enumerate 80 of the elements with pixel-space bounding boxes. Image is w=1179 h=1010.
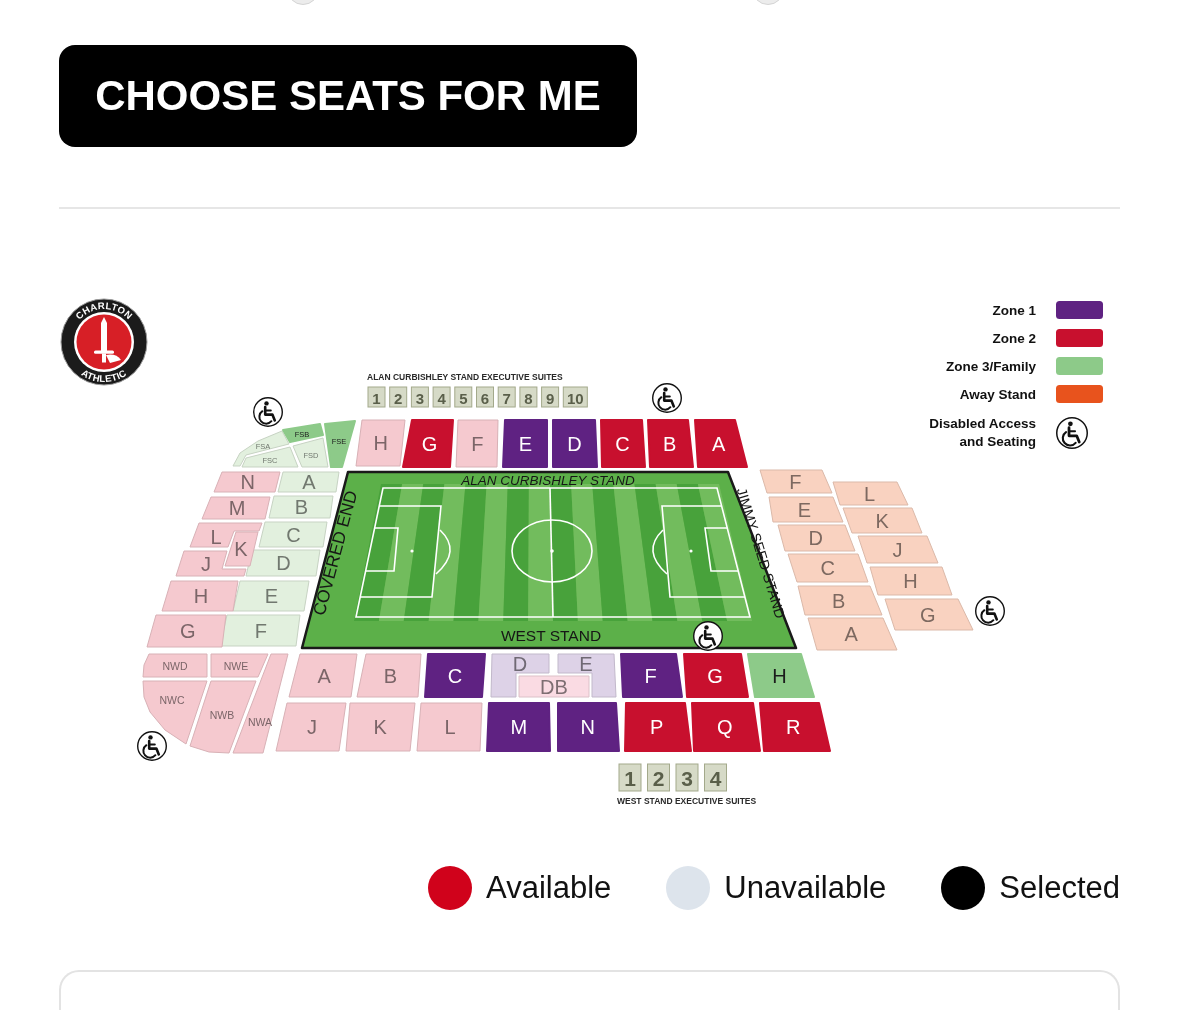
seating-section[interactable]: N [213, 471, 281, 493]
executive-suite[interactable]: 4 [704, 763, 727, 792]
seating-section[interactable]: L [832, 481, 909, 506]
seating-section[interactable]: D [777, 524, 856, 552]
executive-suite[interactable]: 4 [432, 386, 451, 408]
seating-section[interactable]: B [268, 495, 334, 519]
seating-section[interactable]: F [620, 653, 683, 698]
seating-section[interactable]: NWE [210, 653, 269, 678]
seating-section[interactable]: M [201, 496, 271, 520]
wheelchair-icon [1056, 417, 1088, 449]
executive-suite[interactable]: 10 [562, 386, 588, 408]
legend-label: Available [486, 870, 612, 906]
executive-suite[interactable]: 1 [367, 386, 386, 408]
seating-section[interactable]: G [402, 419, 454, 468]
seating-section[interactable]: P [624, 702, 692, 752]
seating-section[interactable]: NWD [142, 653, 208, 678]
legend-label: Zone 3/Family [945, 358, 1036, 374]
executive-suite[interactable]: 1 [618, 763, 642, 792]
seating-section[interactable]: B [647, 419, 694, 468]
executive-suite[interactable]: 7 [497, 386, 516, 408]
legend-label: Zone 1 [992, 302, 1036, 318]
seating-section[interactable]: G [146, 614, 227, 648]
seating-section[interactable]: H [161, 580, 239, 612]
executive-suite[interactable]: 9 [541, 386, 560, 408]
executive-suite[interactable]: 5 [454, 386, 473, 408]
seating-section[interactable]: H [355, 419, 406, 467]
stand-name: ALAN CURBISHLEY STAND [461, 472, 635, 488]
wheelchair-icon [137, 731, 167, 761]
seating-section[interactable]: F [455, 419, 499, 468]
seating-section[interactable]: J [275, 702, 347, 752]
seating-section[interactable]: F [759, 469, 833, 494]
seating-section[interactable]: Q [691, 702, 761, 752]
seating-section[interactable]: C [424, 653, 486, 698]
suites-title: WEST STAND EXECUTIVE SUITES [617, 796, 757, 806]
wheelchair-icon [253, 397, 283, 427]
seating-section[interactable]: E [502, 419, 548, 468]
seating-section[interactable]: N [557, 702, 620, 752]
seating-section[interactable]: C [787, 553, 869, 583]
executive-suite[interactable]: 3 [410, 386, 429, 408]
seating-section[interactable]: B [356, 653, 422, 698]
wheelchair-icon [652, 383, 682, 413]
seating-section[interactable]: A [694, 419, 748, 468]
seating-section[interactable]: A [288, 653, 358, 698]
seating-section[interactable]: D [552, 419, 598, 468]
executive-suite[interactable]: 6 [476, 386, 494, 408]
seating-section[interactable]: C [258, 521, 328, 548]
seating-section[interactable]: J [857, 535, 939, 564]
suites-title: ALAN CURBISHLEY STAND EXECUTIVE SUITES [367, 372, 563, 382]
seating-section[interactable]: H [747, 653, 815, 698]
seating-section[interactable]: R [759, 702, 831, 752]
legend-label: Away Stand [959, 386, 1036, 402]
badge-text: ATHLETIC [79, 366, 129, 385]
executive-suite[interactable]: 2 [389, 386, 408, 408]
seating-section[interactable]: K [224, 531, 259, 567]
seating-section[interactable]: C [600, 419, 646, 468]
seating-section[interactable]: K [842, 507, 923, 534]
legend-label: Zone 2 [992, 330, 1036, 346]
executive-suite[interactable]: 8 [519, 386, 538, 408]
legend-label: Unavailable [724, 870, 887, 906]
seating-section[interactable]: DB [518, 675, 590, 698]
seating-section[interactable]: H [869, 566, 953, 596]
seating-section[interactable]: A [807, 617, 898, 651]
seating-section[interactable]: K [345, 702, 416, 752]
executive-suite[interactable]: 3 [675, 763, 699, 792]
seating-section[interactable]: E [768, 496, 844, 523]
seating-section[interactable]: NWC [142, 680, 208, 745]
seating-section[interactable]: M [486, 702, 551, 752]
seating-section[interactable]: A [277, 471, 340, 493]
seating-section[interactable]: G [884, 598, 974, 631]
legend-label: Selected [999, 870, 1120, 906]
executive-suite[interactable]: 2 [647, 763, 670, 792]
seating-section[interactable]: E [232, 580, 310, 612]
seating-section[interactable]: B [797, 585, 883, 616]
choose-seats-button[interactable]: CHOOSE SEATS FOR ME [59, 45, 637, 147]
seating-section[interactable]: L [416, 702, 483, 752]
wheelchair-icon [693, 621, 723, 651]
seating-section[interactable]: G [683, 653, 749, 698]
stand-name: WEST STAND [500, 626, 602, 644]
legend-label: Disabled Access and Seating [929, 416, 1036, 449]
wheelchair-icon [975, 596, 1005, 626]
